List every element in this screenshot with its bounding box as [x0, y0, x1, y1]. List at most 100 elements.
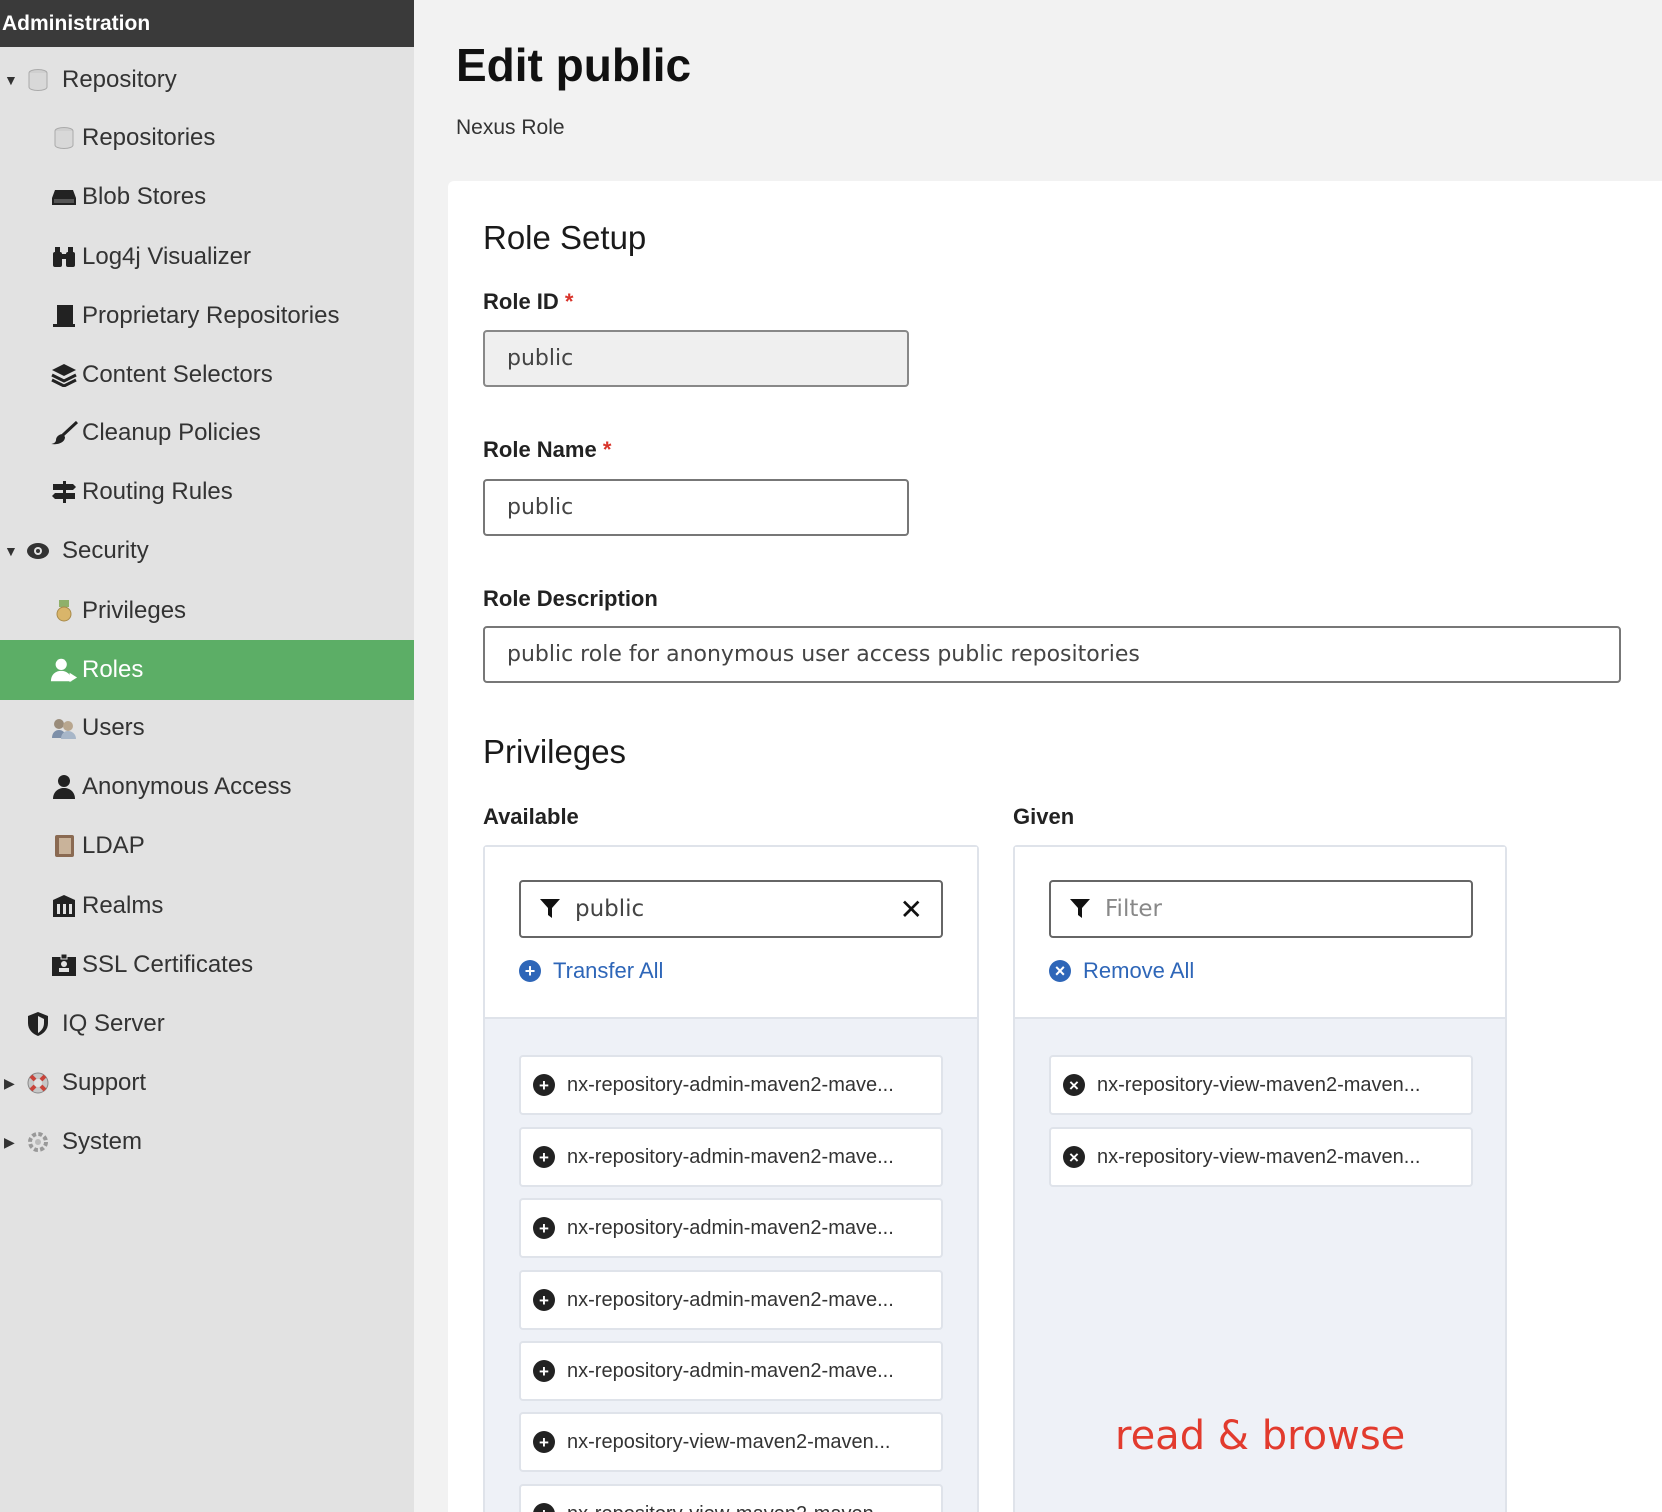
role-name-field[interactable]: public — [483, 479, 909, 536]
sidebar-item-iq-server[interactable]: IQ Server — [0, 994, 414, 1054]
role-description-label: Role Description — [483, 586, 658, 611]
plus-circle-icon: + — [533, 1503, 555, 1512]
eye-icon — [24, 537, 52, 565]
available-filter-input[interactable]: public ✕ — [519, 880, 943, 938]
sidebar-item-blob-stores[interactable]: Blob Stores — [0, 167, 414, 227]
filter-icon — [1069, 898, 1091, 920]
available-label: Available — [483, 804, 579, 829]
list-item[interactable]: + nx-repository-view-maven2-maven... — [519, 1412, 943, 1472]
sidebar-item-security[interactable]: ▼ Security — [0, 521, 414, 581]
x-circle-icon: × — [1049, 960, 1071, 982]
shield-icon — [24, 1010, 52, 1038]
annotation-text: read & browse — [1115, 1413, 1406, 1459]
caret-right-icon[interactable]: ▶ — [4, 1134, 24, 1151]
sidebar-item-proprietary-repositories[interactable]: Proprietary Repositories — [0, 286, 414, 346]
binoculars-icon — [50, 243, 78, 271]
list-item[interactable]: + nx-repository-admin-maven2-mave... — [519, 1270, 943, 1330]
sidebar-item-ssl-certificates[interactable]: SSL Certificates — [0, 935, 414, 995]
database-icon — [24, 66, 52, 94]
list-item[interactable]: + nx-repository-admin-maven2-mave... — [519, 1055, 943, 1115]
sidebar-item-repositories[interactable]: Repositories — [0, 108, 414, 168]
privilege-label: nx-repository-admin-maven2-mave... — [567, 1288, 894, 1311]
sidebar-item-privileges[interactable]: Privileges — [0, 581, 414, 641]
transfer-all-button[interactable]: + Transfer All — [519, 958, 663, 984]
sidebar-item-label: Repository — [62, 66, 177, 93]
available-list-toolbar: public ✕ + Transfer All — [485, 847, 977, 1019]
list-item[interactable]: + nx-repository-view-maven2-maven... — [519, 1484, 943, 1512]
list-item[interactable]: × nx-repository-view-maven2-maven... — [1049, 1055, 1473, 1115]
sidebar-item-roles[interactable]: Roles — [0, 640, 414, 700]
caret-down-icon[interactable]: ▼ — [4, 72, 24, 88]
remove-all-label: Remove All — [1083, 958, 1195, 983]
sidebar-item-anonymous-access[interactable]: Anonymous Access — [0, 757, 414, 817]
list-item[interactable]: + nx-repository-admin-maven2-mave... — [519, 1198, 943, 1258]
sidebar-item-label: Security — [62, 537, 149, 564]
available-filter-value: public — [575, 896, 645, 922]
x-circle-icon: × — [1063, 1074, 1085, 1096]
user-role-icon — [50, 656, 78, 684]
privileges-title: Privileges — [483, 733, 627, 770]
id-badge-icon — [50, 951, 78, 979]
privilege-label: nx-repository-view-maven2-maven... — [567, 1430, 891, 1453]
sidebar-item-label: LDAP — [82, 832, 145, 859]
sidebar-item-routing-rules[interactable]: Routing Rules — [0, 462, 414, 522]
sidebar-item-label: Proprietary Repositories — [82, 302, 340, 329]
layers-icon — [50, 361, 78, 389]
list-item[interactable]: + nx-repository-admin-maven2-mave... — [519, 1127, 943, 1187]
sidebar-item-label: Privileges — [82, 597, 187, 624]
sidebar-item-content-selectors[interactable]: Content Selectors — [0, 345, 414, 405]
caret-right-icon[interactable]: ▶ — [4, 1075, 24, 1092]
given-label: Given — [1013, 804, 1075, 829]
list-item[interactable]: × nx-repository-view-maven2-maven... — [1049, 1127, 1473, 1187]
sidebar-item-log4j-visualizer[interactable]: Log4j Visualizer — [0, 227, 414, 287]
sidebar-item-label: Content Selectors — [82, 361, 273, 388]
hard-drive-icon — [50, 183, 78, 211]
sidebar-item-users[interactable]: Users — [0, 698, 414, 758]
medal-icon — [50, 597, 78, 625]
sidebar-item-label: Blob Stores — [82, 183, 207, 210]
sidebar-item-label: Repositories — [82, 124, 216, 151]
plus-circle-icon: + — [533, 1146, 555, 1168]
plus-circle-icon: + — [533, 1217, 555, 1239]
privilege-label: nx-repository-view-maven2-maven... — [567, 1503, 890, 1512]
caret-down-icon[interactable]: ▼ — [4, 543, 24, 559]
sidebar: Administration ▼ Repository Repositories… — [0, 0, 414, 1512]
main-content: Edit public Nexus Role Role Setup Role I… — [414, 0, 1662, 1512]
sidebar-item-repository[interactable]: ▼ Repository — [0, 50, 414, 110]
privilege-label: nx-repository-view-maven2-maven... — [1097, 1073, 1421, 1096]
list-item[interactable]: + nx-repository-admin-maven2-mave... — [519, 1341, 943, 1401]
sidebar-item-ldap[interactable]: LDAP — [0, 816, 414, 876]
privilege-label: nx-repository-admin-maven2-mave... — [567, 1359, 894, 1382]
role-name-label-text: Role Name — [483, 437, 597, 462]
privilege-label: nx-repository-admin-maven2-mave... — [567, 1145, 894, 1168]
given-filter-input[interactable]: Filter — [1049, 880, 1473, 938]
x-circle-icon: × — [1063, 1146, 1085, 1168]
role-description-field[interactable]: public role for anonymous user access pu… — [483, 626, 1621, 683]
role-name-label: Role Name * — [483, 437, 611, 463]
sidebar-item-realms[interactable]: Realms — [0, 876, 414, 936]
sidebar-item-label: Realms — [82, 892, 164, 919]
remove-all-button[interactable]: × Remove All — [1049, 958, 1194, 984]
clear-filter-icon[interactable]: ✕ — [900, 893, 923, 926]
sidebar-item-label: Log4j Visualizer — [82, 243, 251, 270]
plus-circle-icon: + — [533, 1431, 555, 1453]
users-icon — [50, 714, 78, 742]
page-subtitle: Nexus Role — [456, 116, 565, 139]
database-icon — [50, 124, 78, 152]
given-filter-placeholder: Filter — [1105, 896, 1162, 922]
sidebar-item-support[interactable]: ▶ Support — [0, 1053, 414, 1113]
sidebar-header: Administration — [0, 0, 414, 47]
sidebar-item-label: Roles — [82, 656, 144, 683]
sidebar-item-label: Users — [82, 714, 145, 741]
role-setup-title: Role Setup — [483, 219, 647, 256]
role-form-panel: Role Setup Role ID * public Role Name * … — [448, 181, 1662, 1512]
building-icon — [50, 892, 78, 920]
sidebar-item-cleanup-policies[interactable]: Cleanup Policies — [0, 403, 414, 463]
address-book-icon — [50, 832, 78, 860]
page-title: Edit public — [456, 39, 692, 91]
sidebar-item-label: Anonymous Access — [82, 773, 292, 800]
brush-icon — [50, 419, 78, 447]
sidebar-item-label: Support — [62, 1069, 147, 1096]
sidebar-item-system[interactable]: ▶ System — [0, 1112, 414, 1172]
user-icon — [50, 773, 78, 801]
